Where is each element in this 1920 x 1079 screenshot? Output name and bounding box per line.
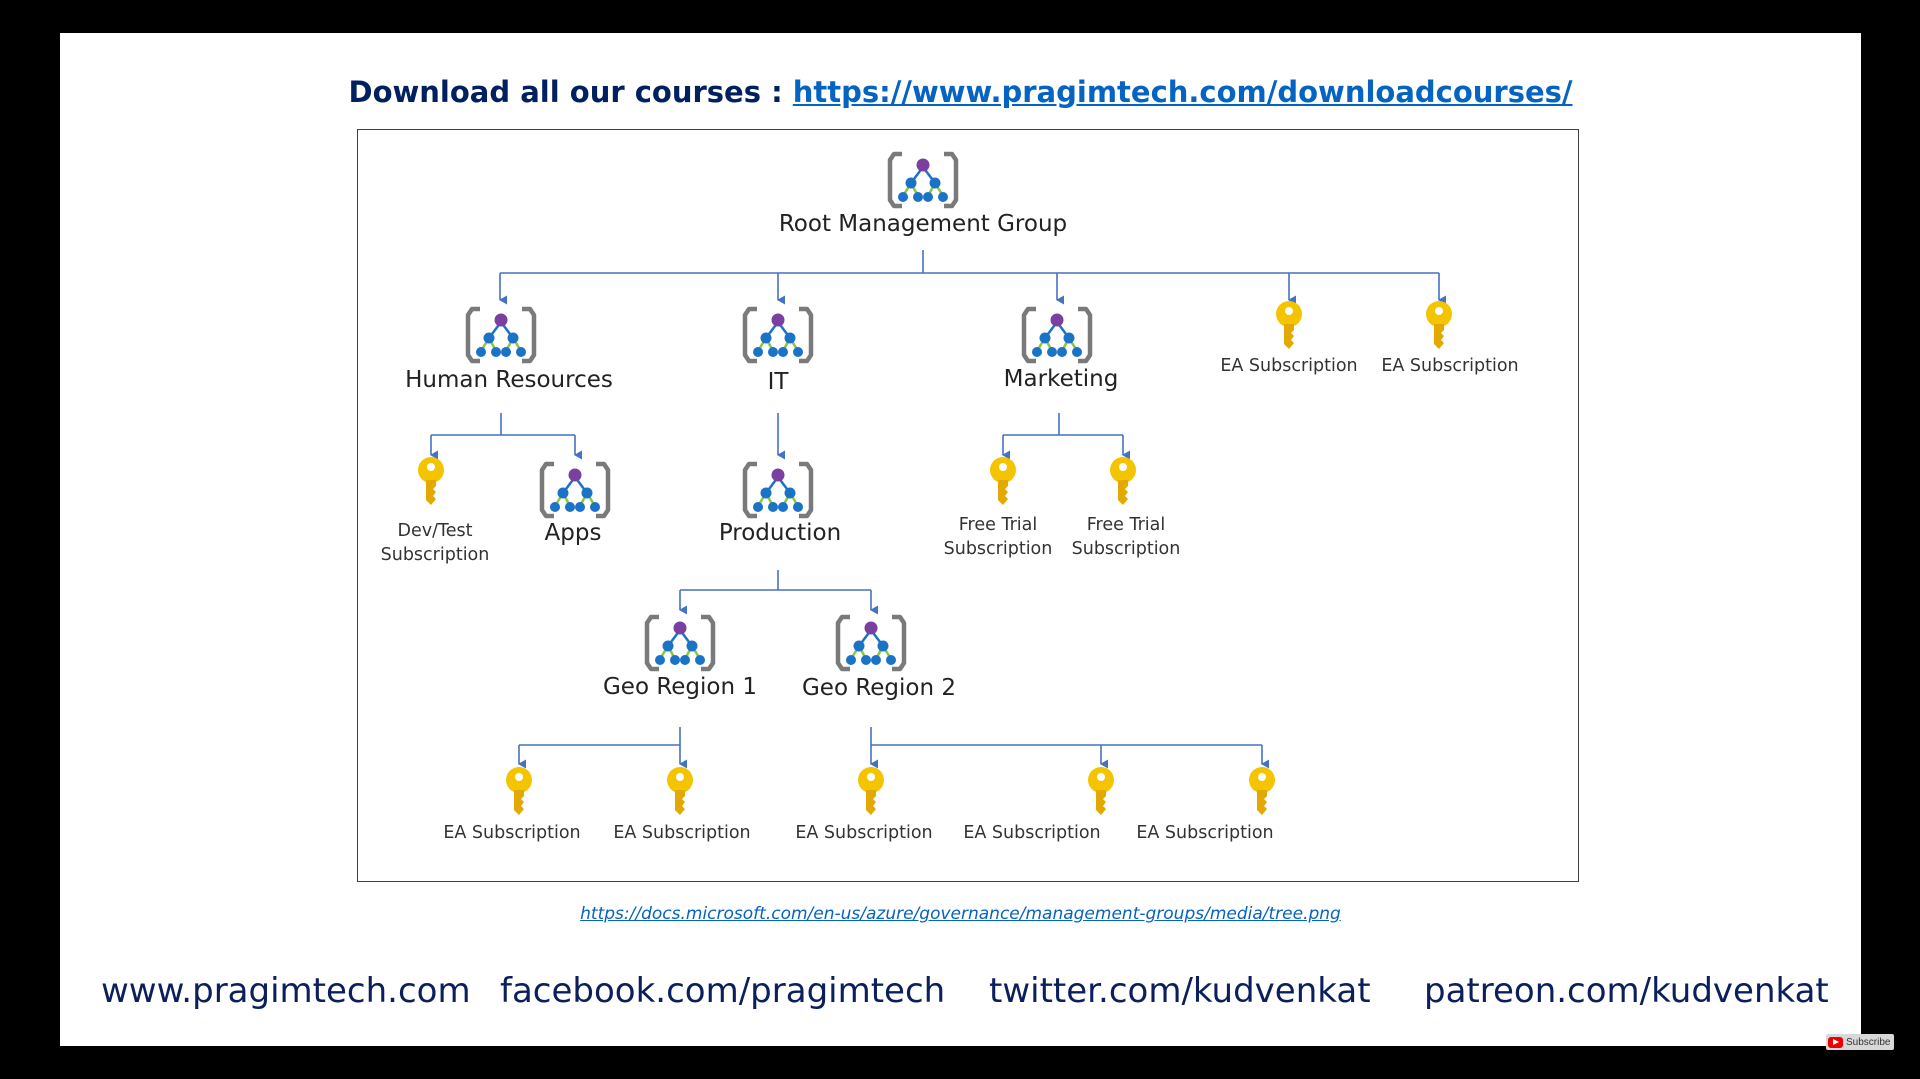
subscription-key-icon: [1088, 767, 1114, 815]
subscription-key-icon: [1276, 301, 1302, 349]
free-trial-subscription-2-node: Free Trial Subscription: [1072, 457, 1181, 559]
free-trial-2-label-line2: Subscription: [1072, 539, 1181, 559]
management-group-tree: Root Management Group Human Resources IT…: [381, 130, 1519, 843]
geo-region-2-node: Geo Region 2: [802, 617, 956, 701]
it-label: IT: [768, 369, 790, 395]
subscription-key-icon: [858, 767, 884, 815]
free-trial-1-label-line1: Free Trial: [959, 515, 1037, 535]
footer-website[interactable]: www.pragimtech.com: [101, 971, 471, 1011]
ea-subscription-top-2-node: EA Subscription: [1381, 301, 1519, 376]
management-group-icon: [1024, 309, 1090, 361]
management-group-icon: [890, 154, 956, 206]
root-management-group-node: Root Management Group: [779, 154, 1067, 237]
subscription-key-icon: [1249, 767, 1275, 815]
free-trial-1-label-line2: Subscription: [944, 539, 1053, 559]
geo2-ea-subscription-3-node: EA Subscription: [1136, 767, 1275, 843]
human-resources-node: Human Resources: [405, 309, 613, 393]
human-resources-label: Human Resources: [405, 367, 613, 393]
management-group-icon: [745, 464, 811, 516]
ea-subscription-label: EA Subscription: [1136, 823, 1273, 843]
geo-region-1-label: Geo Region 1: [603, 674, 757, 700]
subscribe-button[interactable]: Subscribe: [1826, 1034, 1894, 1050]
free-trial-subscription-1-node: Free Trial Subscription: [944, 457, 1053, 559]
subscription-key-icon: [667, 767, 693, 815]
it-node: IT: [745, 309, 811, 395]
devtest-label-line1: Dev/Test: [398, 521, 473, 541]
apps-label: Apps: [545, 520, 602, 546]
production-label: Production: [719, 520, 841, 546]
download-header-text: Download all our courses :: [348, 75, 793, 109]
download-header: Download all our courses : https://www.p…: [60, 75, 1861, 109]
free-trial-2-label-line1: Free Trial: [1087, 515, 1165, 535]
apps-node: Apps: [542, 464, 608, 546]
subscribe-label: Subscribe: [1846, 1036, 1891, 1048]
geo1-ea-subscription-2-node: EA Subscription: [613, 767, 751, 843]
tree-diagram-frame: Root Management Group Human Resources IT…: [357, 129, 1579, 882]
subscription-key-icon: [506, 767, 532, 815]
geo-region-2-label: Geo Region 2: [802, 675, 956, 701]
geo1-ea-subscription-1-node: EA Subscription: [443, 767, 581, 843]
management-group-icon: [542, 464, 608, 516]
geo-region-1-node: Geo Region 1: [603, 617, 757, 700]
youtube-icon: [1828, 1036, 1843, 1048]
management-group-icon: [838, 617, 904, 669]
production-node: Production: [719, 464, 841, 546]
subscription-key-icon: [1426, 301, 1452, 349]
subscription-key-icon: [1110, 457, 1136, 505]
ea-subscription-label: EA Subscription: [963, 823, 1100, 843]
ea-subscription-label: EA Subscription: [1381, 356, 1518, 376]
ea-subscription-label: EA Subscription: [443, 823, 580, 843]
ea-subscription-top-1-node: EA Subscription: [1220, 301, 1358, 376]
ea-subscription-label: EA Subscription: [1220, 356, 1357, 376]
root-management-group-label: Root Management Group: [779, 211, 1067, 237]
subscription-key-icon: [990, 457, 1016, 505]
geo2-ea-subscription-2-node: EA Subscription: [963, 767, 1114, 843]
ea-subscription-label: EA Subscription: [795, 823, 932, 843]
image-source-link[interactable]: https://docs.microsoft.com/en-us/azure/g…: [60, 904, 1861, 924]
management-group-icon: [647, 617, 713, 669]
geo2-ea-subscription-1-node: EA Subscription: [795, 767, 933, 843]
download-courses-link[interactable]: https://www.pragimtech.com/downloadcours…: [793, 75, 1573, 109]
footer-twitter[interactable]: twitter.com/kudvenkat: [989, 971, 1371, 1011]
footer-facebook[interactable]: facebook.com/pragimtech: [500, 971, 945, 1011]
management-group-icon: [468, 309, 534, 361]
marketing-node: Marketing: [1004, 309, 1119, 392]
management-group-icon: [745, 309, 811, 361]
subscription-key-icon: [418, 457, 444, 505]
devtest-subscription-node: Dev/Test Subscription: [381, 457, 490, 565]
ea-subscription-label: EA Subscription: [613, 823, 750, 843]
devtest-label-line2: Subscription: [381, 545, 490, 565]
slide: Download all our courses : https://www.p…: [60, 33, 1861, 1046]
footer-patreon[interactable]: patreon.com/kudvenkat: [1424, 971, 1829, 1011]
marketing-label: Marketing: [1004, 366, 1119, 392]
